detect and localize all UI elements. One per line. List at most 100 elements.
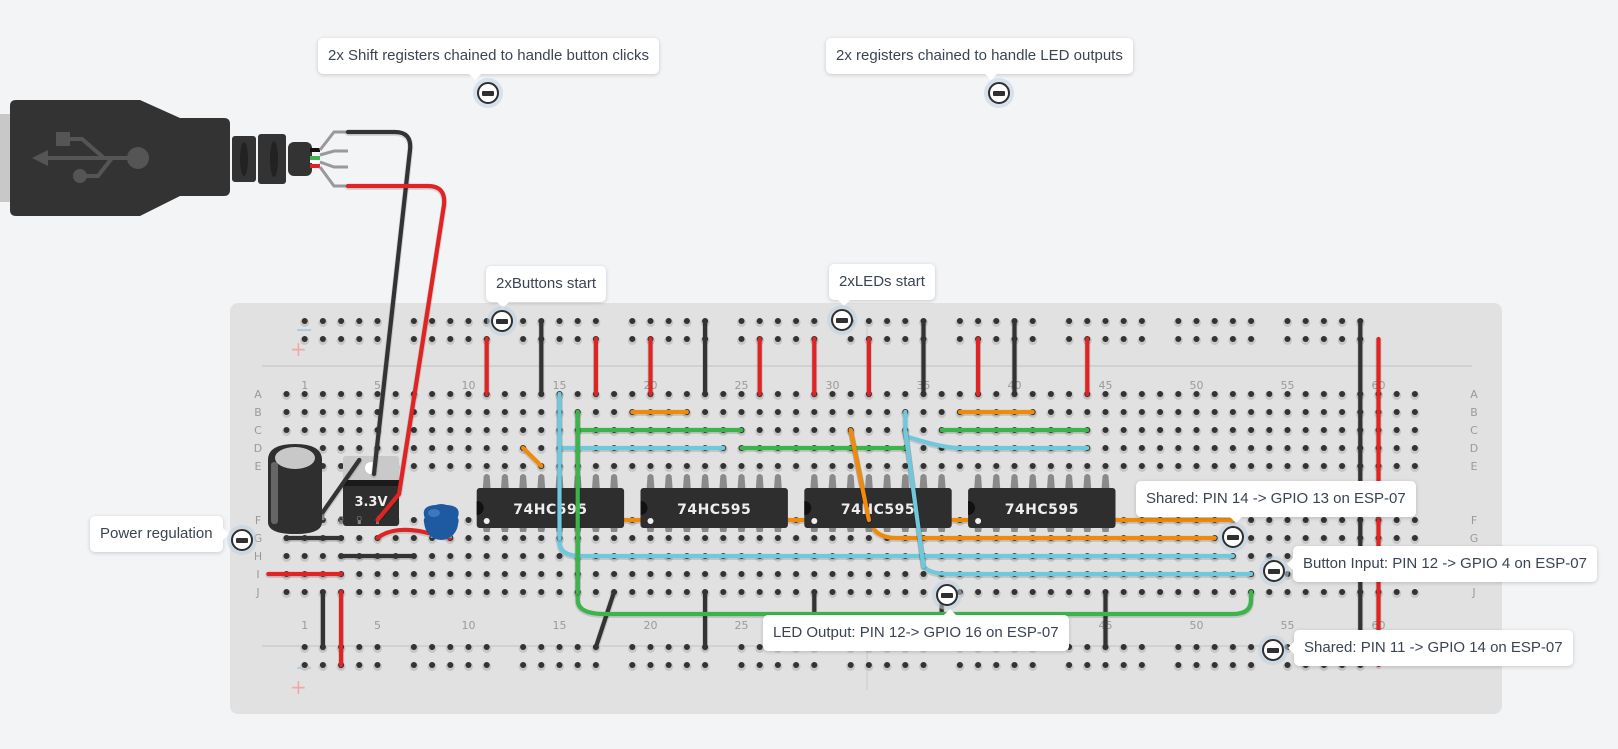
hole[interactable] <box>683 336 690 342</box>
hole[interactable] <box>1029 463 1036 469</box>
hole[interactable] <box>1266 463 1273 469</box>
hole[interactable] <box>1066 409 1073 415</box>
hole[interactable] <box>1302 445 1309 451</box>
hole[interactable] <box>793 535 800 541</box>
hole[interactable] <box>920 427 927 433</box>
hole[interactable] <box>392 589 399 595</box>
hole[interactable] <box>1193 318 1200 324</box>
hole[interactable] <box>647 535 654 541</box>
hole[interactable] <box>501 463 508 469</box>
hole[interactable] <box>1393 445 1400 451</box>
hole[interactable] <box>574 644 581 650</box>
hole[interactable] <box>538 589 545 595</box>
hole[interactable] <box>392 445 399 451</box>
hole[interactable] <box>1193 463 1200 469</box>
hole[interactable] <box>483 589 490 595</box>
hole[interactable] <box>756 409 763 415</box>
hole[interactable] <box>1320 589 1327 595</box>
hole[interactable] <box>465 571 472 577</box>
hole[interactable] <box>683 571 690 577</box>
hole[interactable] <box>756 535 763 541</box>
hole[interactable] <box>1120 427 1127 433</box>
hole[interactable] <box>1411 517 1418 523</box>
hole[interactable] <box>738 662 745 668</box>
hole[interactable] <box>429 553 436 559</box>
hole[interactable] <box>1120 662 1127 668</box>
hole[interactable] <box>1066 463 1073 469</box>
hole[interactable] <box>356 336 363 342</box>
hole[interactable] <box>1175 409 1182 415</box>
hole[interactable] <box>465 445 472 451</box>
hole[interactable] <box>1302 336 1309 342</box>
hole[interactable] <box>429 409 436 415</box>
hole[interactable] <box>520 336 527 342</box>
hole[interactable] <box>1393 409 1400 415</box>
hole[interactable] <box>793 571 800 577</box>
hole[interactable] <box>410 445 417 451</box>
hole[interactable] <box>774 336 781 342</box>
hole[interactable] <box>1066 318 1073 324</box>
hole[interactable] <box>283 391 290 397</box>
hole[interactable] <box>683 589 690 595</box>
hole[interactable] <box>720 589 727 595</box>
hole[interactable] <box>301 336 308 342</box>
hole[interactable] <box>738 336 745 342</box>
hole[interactable] <box>301 662 308 668</box>
hole[interactable] <box>665 391 672 397</box>
annotation-marker-icon[interactable] <box>1263 560 1285 582</box>
hole[interactable] <box>1047 589 1054 595</box>
hole[interactable] <box>1175 589 1182 595</box>
hole[interactable] <box>1266 553 1273 559</box>
hole[interactable] <box>993 589 1000 595</box>
hole[interactable] <box>829 571 836 577</box>
hole[interactable] <box>447 391 454 397</box>
hole[interactable] <box>556 662 563 668</box>
hole[interactable] <box>538 644 545 650</box>
hole[interactable] <box>665 318 672 324</box>
hole[interactable] <box>1339 535 1346 541</box>
hole[interactable] <box>1302 535 1309 541</box>
hole[interactable] <box>1084 589 1091 595</box>
hole[interactable] <box>629 463 636 469</box>
hole[interactable] <box>647 463 654 469</box>
hole[interactable] <box>683 391 690 397</box>
hole[interactable] <box>865 571 872 577</box>
hole[interactable] <box>1102 463 1109 469</box>
hole[interactable] <box>811 409 818 415</box>
hole[interactable] <box>356 535 363 541</box>
hole[interactable] <box>865 589 872 595</box>
hole[interactable] <box>665 571 672 577</box>
hole[interactable] <box>1320 445 1327 451</box>
hole[interactable] <box>392 571 399 577</box>
hole[interactable] <box>756 662 763 668</box>
hole[interactable] <box>811 662 818 668</box>
hole[interactable] <box>1229 445 1236 451</box>
hole[interactable] <box>1229 391 1236 397</box>
hole[interactable] <box>338 445 345 451</box>
hole[interactable] <box>465 336 472 342</box>
hole[interactable] <box>811 427 818 433</box>
hole[interactable] <box>829 463 836 469</box>
hole[interactable] <box>738 535 745 541</box>
hole[interactable] <box>1320 336 1327 342</box>
hole[interactable] <box>793 409 800 415</box>
hole[interactable] <box>1411 391 1418 397</box>
hole[interactable] <box>1302 318 1309 324</box>
hole[interactable] <box>1138 644 1145 650</box>
hole[interactable] <box>410 644 417 650</box>
hole[interactable] <box>1047 391 1054 397</box>
hole[interactable] <box>975 589 982 595</box>
hole[interactable] <box>592 463 599 469</box>
hole[interactable] <box>1175 644 1182 650</box>
hole[interactable] <box>1211 589 1218 595</box>
hole[interactable] <box>1211 409 1218 415</box>
hole[interactable] <box>410 318 417 324</box>
hole[interactable] <box>956 662 963 668</box>
hole[interactable] <box>1320 391 1327 397</box>
hole[interactable] <box>283 589 290 595</box>
hole[interactable] <box>374 571 381 577</box>
hole[interactable] <box>520 589 527 595</box>
hole[interactable] <box>1393 535 1400 541</box>
hole[interactable] <box>847 463 854 469</box>
hole[interactable] <box>1102 662 1109 668</box>
